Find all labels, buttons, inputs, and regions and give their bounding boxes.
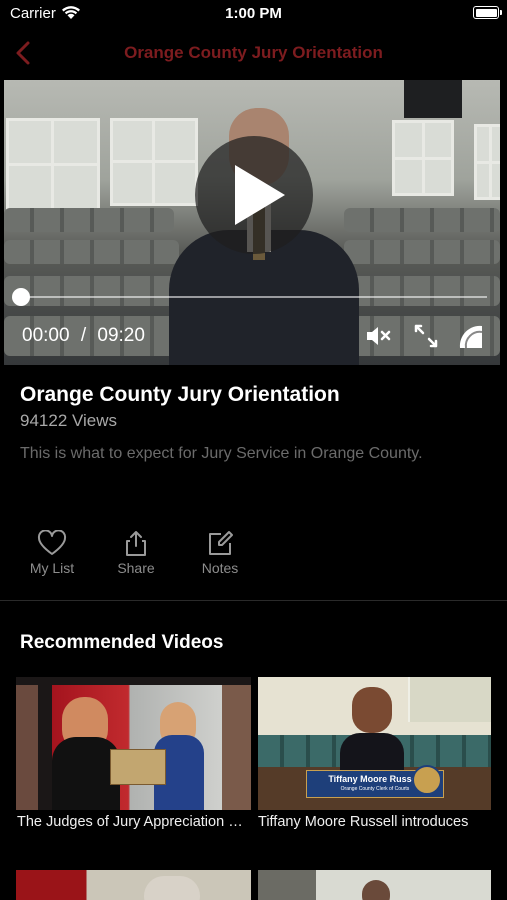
battery-icon bbox=[473, 6, 502, 19]
plaque bbox=[110, 749, 166, 785]
thumbnail-background bbox=[16, 685, 38, 810]
play-button[interactable] bbox=[195, 136, 313, 254]
wall-tv bbox=[404, 80, 462, 118]
video-title: Orange County Jury Orientation bbox=[20, 383, 340, 406]
notes-label: Notes bbox=[201, 560, 239, 576]
seat-row bbox=[344, 208, 500, 232]
expand-icon bbox=[414, 324, 438, 348]
time-separator: / bbox=[80, 325, 87, 346]
heart-icon bbox=[37, 530, 67, 555]
recommended-video-caption[interactable]: Tiffany Moore Russell introduces bbox=[258, 814, 490, 830]
cast-button[interactable] bbox=[456, 320, 488, 352]
share-icon bbox=[126, 531, 146, 556]
my-list-label: My List bbox=[29, 560, 75, 576]
divider bbox=[0, 600, 507, 601]
thumbnail-background bbox=[222, 685, 251, 810]
seat-row bbox=[4, 208, 174, 232]
background-window bbox=[474, 124, 500, 200]
thumbnail-window bbox=[408, 677, 491, 722]
recommended-video-thumbnail[interactable] bbox=[16, 677, 251, 810]
progress-track[interactable] bbox=[21, 296, 487, 298]
edit-icon bbox=[209, 531, 233, 555]
share-button[interactable]: Share bbox=[101, 530, 171, 576]
recommended-video-caption[interactable]: The Judges of Jury Appreciation Week bbox=[17, 814, 249, 830]
timecode: 00:00 / 09:20 bbox=[22, 325, 145, 347]
recommended-video-thumbnail[interactable] bbox=[16, 870, 251, 900]
county-seal bbox=[412, 765, 442, 795]
background-window bbox=[392, 120, 454, 196]
airplay-icon bbox=[459, 325, 483, 349]
video-info: Orange County Jury Orientation 94122 Vie… bbox=[20, 383, 490, 463]
recommended-video-thumbnail[interactable] bbox=[258, 870, 491, 900]
seat-row bbox=[4, 240, 179, 264]
notes-button[interactable]: Notes bbox=[185, 530, 255, 576]
progress-knob[interactable] bbox=[12, 288, 30, 306]
seat-row bbox=[344, 276, 500, 306]
background-window bbox=[6, 118, 100, 212]
thumbnail-person bbox=[362, 880, 390, 900]
mute-button[interactable] bbox=[362, 320, 394, 352]
thumbnail-person bbox=[144, 876, 200, 900]
speaker-head bbox=[352, 687, 392, 733]
play-icon bbox=[235, 165, 285, 225]
status-time: 1:00 PM bbox=[225, 5, 282, 22]
my-list-button[interactable]: My List bbox=[17, 530, 87, 576]
view-count: 94122 Views bbox=[20, 411, 118, 430]
recommended-heading: Recommended Videos bbox=[20, 632, 224, 653]
recommended-video-thumbnail[interactable]: Tiffany Moore Russell Orange County Cler… bbox=[258, 677, 491, 810]
speaker-muted-icon bbox=[367, 327, 391, 345]
share-label: Share bbox=[117, 560, 155, 576]
duration-time: 09:20 bbox=[97, 325, 145, 346]
page-title: Orange County Jury Orientation bbox=[124, 43, 383, 62]
video-player[interactable]: 00:00 / 09:20 bbox=[4, 80, 500, 365]
navigation-bar: Orange County Jury Orientation bbox=[0, 30, 507, 76]
action-bar: My List Share Notes bbox=[0, 530, 507, 580]
seat-row bbox=[344, 240, 500, 264]
video-description: This is what to expect for Jury Service … bbox=[20, 445, 423, 462]
status-bar: Carrier 1:00 PM bbox=[0, 0, 507, 30]
fullscreen-button[interactable] bbox=[410, 320, 442, 352]
elapsed-time: 00:00 bbox=[22, 325, 70, 346]
background-window bbox=[110, 118, 198, 206]
